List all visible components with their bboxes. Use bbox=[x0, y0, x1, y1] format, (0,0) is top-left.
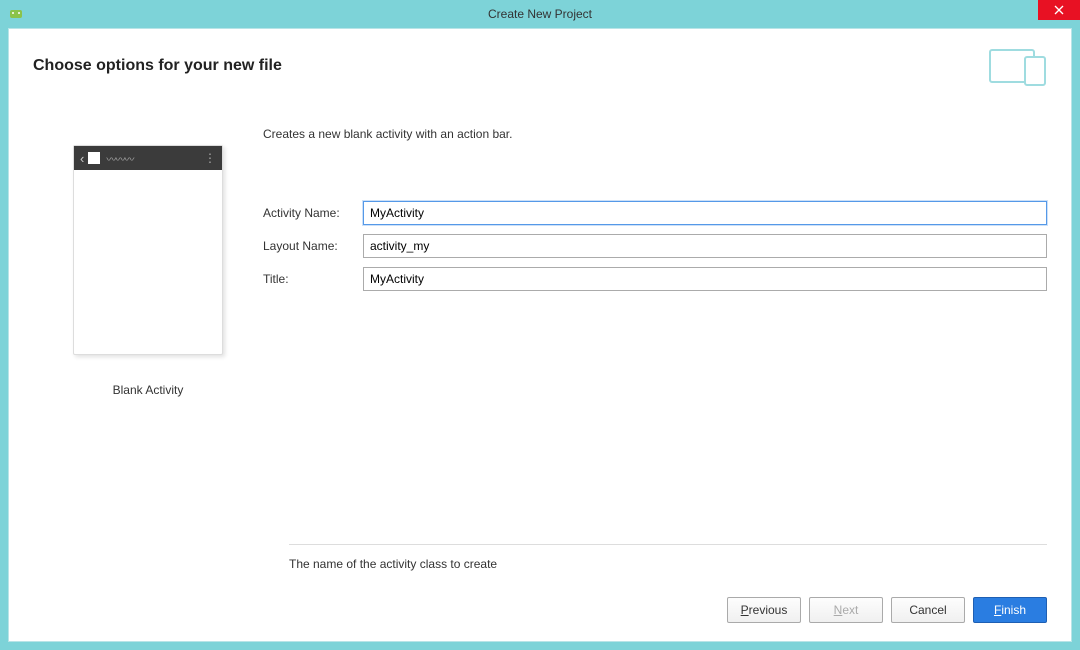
hint-text: The name of the activity class to create bbox=[289, 544, 1047, 571]
header: Choose options for your new file bbox=[9, 29, 1071, 85]
activity-name-label: Activity Name: bbox=[263, 206, 363, 220]
app-icon-placeholder bbox=[88, 152, 100, 164]
close-button[interactable] bbox=[1038, 0, 1080, 20]
title-placeholder-icon: 〰〰〰 bbox=[106, 151, 200, 166]
close-icon bbox=[1054, 5, 1064, 15]
finish-button[interactable]: Finish bbox=[973, 597, 1047, 623]
next-button: Next bbox=[809, 597, 883, 623]
cancel-button[interactable]: Cancel bbox=[891, 597, 965, 623]
title-row: Title: bbox=[263, 267, 1047, 291]
activity-name-input[interactable] bbox=[363, 201, 1047, 225]
form-description: Creates a new blank activity with an act… bbox=[263, 127, 1047, 141]
app-icon bbox=[8, 6, 24, 22]
content: ‹ 〰〰〰 ⋮ Blank Activity Creates a new bla… bbox=[9, 85, 1071, 397]
window-title: Create New Project bbox=[488, 7, 592, 21]
form-column: Creates a new blank activity with an act… bbox=[263, 85, 1047, 397]
activity-preview: ‹ 〰〰〰 ⋮ bbox=[73, 145, 223, 355]
device-preview-icon bbox=[989, 49, 1047, 90]
back-icon: ‹ bbox=[80, 151, 84, 166]
layout-name-label: Layout Name: bbox=[263, 239, 363, 253]
titlebar: Create New Project bbox=[0, 0, 1080, 28]
preview-column: ‹ 〰〰〰 ⋮ Blank Activity bbox=[33, 85, 263, 397]
page-title: Choose options for your new file bbox=[33, 57, 1047, 75]
activity-name-row: Activity Name: bbox=[263, 201, 1047, 225]
preview-label: Blank Activity bbox=[113, 383, 184, 397]
preview-actionbar: ‹ 〰〰〰 ⋮ bbox=[74, 146, 222, 170]
button-bar: Previous Next Cancel Finish bbox=[727, 597, 1047, 623]
title-label: Title: bbox=[263, 272, 363, 286]
window-body: Choose options for your new file ‹ 〰〰〰 ⋮… bbox=[8, 28, 1072, 642]
layout-name-input[interactable] bbox=[363, 234, 1047, 258]
previous-button[interactable]: Previous bbox=[727, 597, 801, 623]
layout-name-row: Layout Name: bbox=[263, 234, 1047, 258]
title-input[interactable] bbox=[363, 267, 1047, 291]
overflow-icon: ⋮ bbox=[204, 151, 216, 165]
